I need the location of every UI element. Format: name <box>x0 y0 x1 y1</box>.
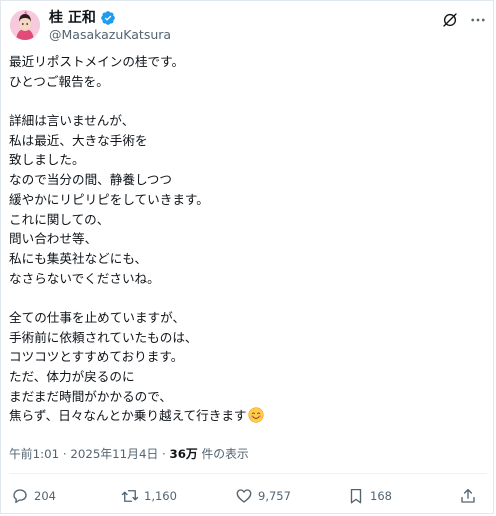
reply-button[interactable]: 204 <box>11 483 56 509</box>
bookmark-icon <box>347 487 365 505</box>
verified-badge-icon <box>100 10 116 26</box>
tweet-card: 桂 正和 @MasakazuKatsura 最近リポストメインの桂です。 ひとつご… <box>0 0 494 514</box>
tweet-text-line: 緩やかにリピリピをしていきます。 <box>9 191 209 207</box>
tweet-text-line: 私は最近、大きな手術を <box>9 132 148 148</box>
tweet-text-line: 詳細は言いませんが、 <box>9 113 135 129</box>
timestamp-link[interactable]: 午前1:01 · 2025年11月4日 · <box>9 447 170 461</box>
smiling-face-emoji-icon <box>247 407 264 429</box>
like-count: 9,757 <box>258 489 291 503</box>
tweet-text-line: 致しました。 <box>9 152 85 168</box>
views-label: 件の表示 <box>197 447 249 461</box>
action-bar: 204 1,160 9,757 168 <box>1 483 495 509</box>
heart-icon <box>235 487 253 505</box>
tweet-text-line: ひとつご報告を。 <box>9 73 109 89</box>
views-count[interactable]: 36万 <box>170 447 198 461</box>
tweet-text-line <box>9 91 479 111</box>
share-button[interactable] <box>459 483 477 509</box>
tweet-text-line: 焦らず、日々なんとか乗り越えて行きます <box>9 406 479 426</box>
tweet-text-line: これに関しての、 <box>9 211 110 227</box>
tweet-text-line: なので当分の間、静養しつつ <box>9 172 172 188</box>
tweet-text-line: 私にも集英社などにも、 <box>9 250 148 266</box>
tweet-text-line: コツコツとすすめております。 <box>9 349 184 365</box>
author-handle[interactable]: @MasakazuKatsura <box>49 27 171 43</box>
bookmark-count: 168 <box>370 489 392 503</box>
like-button[interactable]: 9,757 <box>235 483 291 509</box>
repost-icon <box>121 487 139 505</box>
more-icon[interactable] <box>469 11 487 29</box>
author-display-name[interactable]: 桂 正和 <box>49 9 96 27</box>
divider <box>9 473 487 474</box>
tweet-text-line: 問い合わせ等、 <box>9 231 98 247</box>
grok-icon[interactable] <box>441 11 459 29</box>
avatar[interactable] <box>10 10 40 40</box>
tweet-text-line: なさらないでくださいね。 <box>9 270 160 286</box>
tweet-text-line: まだまだ時間がかかるので、 <box>9 388 172 404</box>
repost-count: 1,160 <box>144 489 177 503</box>
bookmark-button[interactable]: 168 <box>347 483 392 509</box>
tweet-text-line <box>9 288 479 308</box>
tweet-text: 最近リポストメインの桂です。 ひとつご報告を。詳細は言いませんが、 私は最近、大きな… <box>9 52 479 426</box>
reply-icon <box>11 487 29 505</box>
tweet-text-line: 全ての仕事を止めていますが、 <box>9 309 186 325</box>
tweet-meta: 午前1:01 · 2025年11月4日 · 36万 件の表示 <box>9 445 249 462</box>
repost-button[interactable]: 1,160 <box>121 483 177 509</box>
tweet-text-line: 最近リポストメインの桂です。 <box>9 54 185 69</box>
reply-count: 204 <box>34 489 56 503</box>
tweet-text-line: ただ、体力が戻るのに <box>9 369 135 384</box>
share-icon <box>459 487 477 505</box>
author-name-row: 桂 正和 <box>49 9 116 27</box>
tweet-text-line: 手術前に依頼されていたものは、 <box>9 329 198 345</box>
